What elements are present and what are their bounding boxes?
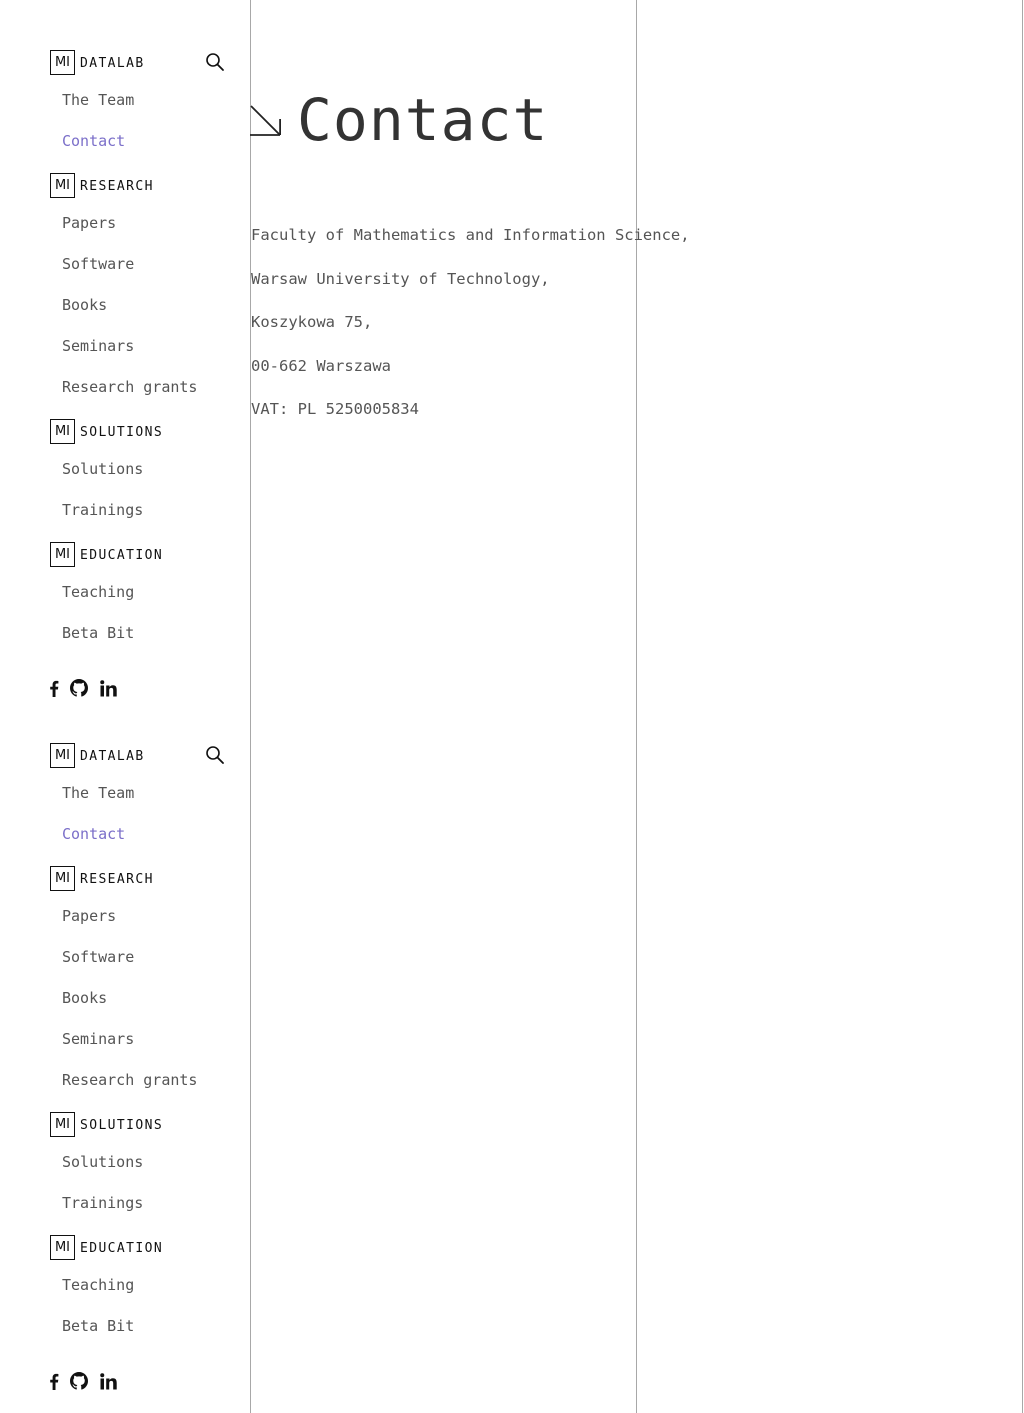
- nav-item-beta-bit[interactable]: Beta Bit: [62, 623, 134, 643]
- section-header-datalab[interactable]: MI DATALAB: [50, 50, 145, 75]
- section-header-education[interactable]: MI EDUCATION: [50, 542, 163, 567]
- nav-item-books[interactable]: Books: [62, 295, 107, 315]
- nav-item-seminars[interactable]: Seminars: [62, 336, 134, 356]
- page-header: Contact: [250, 85, 548, 155]
- nav-item-papers[interactable]: Papers: [62, 213, 116, 233]
- nav-item-teaching[interactable]: Teaching: [62, 1275, 134, 1295]
- social-links: [48, 1371, 117, 1391]
- page-right-border: [1022, 0, 1023, 1413]
- facebook-icon[interactable]: [48, 1371, 60, 1391]
- linkedin-icon[interactable]: [99, 678, 117, 698]
- nav-item-books[interactable]: Books: [62, 988, 107, 1008]
- mi-logo: MI: [50, 1112, 75, 1137]
- nav-item-research-grants[interactable]: Research grants: [62, 1070, 197, 1090]
- mi-logo: MI: [50, 419, 75, 444]
- mi-logo: MI: [50, 743, 75, 768]
- mi-logo: MI: [50, 542, 75, 567]
- mi-logo: MI: [50, 173, 75, 198]
- arrow-down-right-icon: [250, 103, 283, 137]
- address-line-street: Koszykowa 75,: [251, 313, 373, 331]
- section-title-education: EDUCATION: [80, 1240, 164, 1256]
- nav-item-research-grants[interactable]: Research grants: [62, 377, 197, 397]
- nav-item-solutions[interactable]: Solutions: [62, 1152, 143, 1172]
- nav-item-the-team[interactable]: The Team: [62, 90, 134, 110]
- search-icon[interactable]: [205, 52, 225, 72]
- section-header-solutions[interactable]: MI SOLUTIONS: [50, 1112, 163, 1137]
- nav-item-contact[interactable]: Contact: [62, 131, 125, 151]
- nav-item-beta-bit[interactable]: Beta Bit: [62, 1316, 134, 1336]
- page-title: Contact: [297, 86, 549, 154]
- section-header-research[interactable]: MI RESEARCH: [50, 866, 154, 891]
- nav-item-teaching[interactable]: Teaching: [62, 582, 134, 602]
- nav-item-software[interactable]: Software: [62, 254, 134, 274]
- section-header-research[interactable]: MI RESEARCH: [50, 173, 154, 198]
- address-line-faculty: Faculty of Mathematics and Information S…: [251, 226, 690, 244]
- address-line-vat: VAT: PL 5250005834: [251, 400, 419, 418]
- nav-item-papers[interactable]: Papers: [62, 906, 116, 926]
- linkedin-icon[interactable]: [99, 1371, 117, 1391]
- section-title-datalab: DATALAB: [80, 55, 145, 71]
- section-title-research: RESEARCH: [80, 178, 154, 194]
- section-header-education[interactable]: MI EDUCATION: [50, 1235, 163, 1260]
- nav-item-trainings[interactable]: Trainings: [62, 500, 143, 520]
- nav-item-seminars[interactable]: Seminars: [62, 1029, 134, 1049]
- search-icon[interactable]: [205, 745, 225, 765]
- section-title-datalab: DATALAB: [80, 748, 145, 764]
- content-column-line: [636, 0, 637, 1413]
- social-links: [48, 678, 117, 698]
- github-icon[interactable]: [70, 678, 88, 698]
- sidebar-divider: [250, 0, 251, 1413]
- nav-item-solutions[interactable]: Solutions: [62, 459, 143, 479]
- section-header-solutions[interactable]: MI SOLUTIONS: [50, 419, 163, 444]
- github-icon[interactable]: [70, 1371, 88, 1391]
- section-header-datalab[interactable]: MI DATALAB: [50, 743, 145, 768]
- facebook-icon[interactable]: [48, 678, 60, 698]
- nav-item-the-team[interactable]: The Team: [62, 783, 134, 803]
- mi-logo: MI: [50, 50, 75, 75]
- address-line-city: 00-662 Warszawa: [251, 357, 391, 375]
- section-title-research: RESEARCH: [80, 871, 154, 887]
- section-title-solutions: SOLUTIONS: [80, 424, 164, 440]
- section-title-education: EDUCATION: [80, 547, 164, 563]
- nav-item-contact[interactable]: Contact: [62, 824, 125, 844]
- nav-item-trainings[interactable]: Trainings: [62, 1193, 143, 1213]
- address-line-university: Warsaw University of Technology,: [251, 270, 550, 288]
- mi-logo: MI: [50, 866, 75, 891]
- mi-logo: MI: [50, 1235, 75, 1260]
- section-title-solutions: SOLUTIONS: [80, 1117, 164, 1133]
- nav-item-software[interactable]: Software: [62, 947, 134, 967]
